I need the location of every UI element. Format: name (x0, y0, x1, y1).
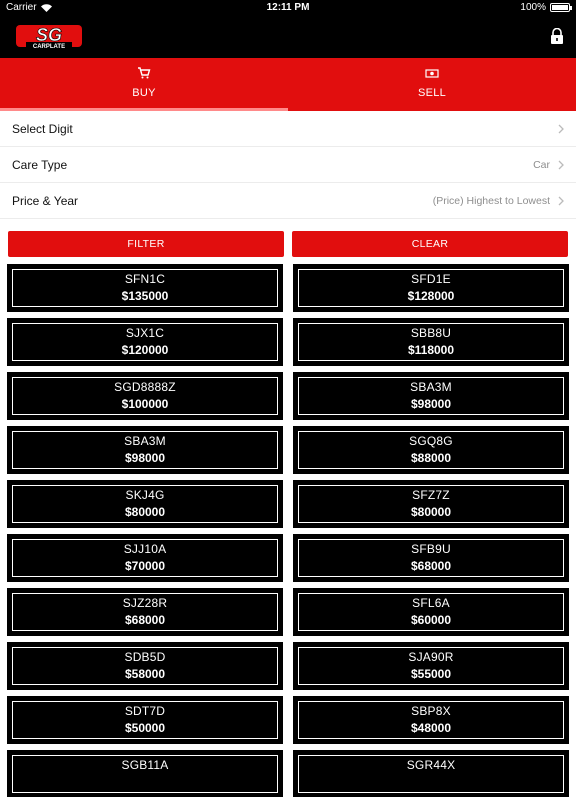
plate-price: $80000 (124, 505, 166, 519)
plate-card[interactable]: SJA90R $55000 (293, 642, 569, 690)
chevron-right-icon (558, 160, 564, 170)
plate-card[interactable]: SJX1C $120000 (7, 318, 283, 366)
plate-number: SBA3M (410, 380, 452, 394)
plate-card[interactable]: SJJ10A $70000 (7, 534, 283, 582)
plate-number: SDT7D (124, 704, 166, 718)
plate-card[interactable]: SBP8X $48000 (293, 696, 569, 744)
plate-card[interactable]: SBB8U $118000 (293, 318, 569, 366)
plate-number: SFB9U (411, 542, 451, 556)
plate-number: SFZ7Z (412, 488, 450, 502)
filter-button[interactable]: FILTER (8, 231, 284, 257)
plate-number: SFD1E (411, 272, 451, 286)
plate-price: $98000 (124, 451, 166, 465)
plate-number: SBA3M (124, 434, 166, 448)
plate-card[interactable]: SDT7D $50000 (7, 696, 283, 744)
plate-price: $48000 (410, 721, 452, 735)
filter-row-care-type[interactable]: Care Type Car (0, 147, 576, 183)
plate-card[interactable]: SJZ28R $68000 (7, 588, 283, 636)
plate-price: $88000 (410, 451, 452, 465)
plate-price: $60000 (410, 613, 452, 627)
plate-card[interactable]: SGD8888Z $100000 (7, 372, 283, 420)
plate-price: $68000 (410, 559, 452, 573)
tab-sell-label: SELL (417, 87, 447, 99)
tab-bar: BUY SELL (0, 58, 576, 111)
app-logo[interactable]: SG CARPLATE (16, 22, 82, 50)
plate-number: SGQ8G (409, 434, 453, 448)
battery-info: 100% (520, 2, 572, 13)
plate-card[interactable]: SFL6A $60000 (293, 588, 569, 636)
status-bar: Carrier 12:11 PM 100% (0, 0, 576, 16)
filter-label: Select Digit (12, 121, 73, 136)
battery-percent: 100% (520, 2, 546, 13)
plate-number: SGR44X (406, 758, 456, 772)
plate-price: $118000 (407, 343, 455, 357)
plate-card[interactable]: SFZ7Z $80000 (293, 480, 569, 528)
filter-row-select-digit[interactable]: Select Digit (0, 111, 576, 147)
plate-number: SGB11A (121, 758, 169, 772)
plate-number: SFL6A (412, 596, 450, 610)
plate-number: SFN1C (124, 272, 166, 286)
plate-price: $98000 (410, 397, 452, 411)
filter-list: Select Digit Care Type Car Price & Year … (0, 111, 576, 219)
plate-number: SJJ10A (123, 542, 167, 556)
chevron-right-icon (558, 124, 564, 134)
plate-grid: SFN1C $135000 SFD1E $128000 SJX1C $120000 SBB8… (7, 264, 569, 797)
filter-row-price-year[interactable]: Price & Year (Price) Highest to Lowest (0, 183, 576, 219)
filter-label: Care Type (12, 157, 68, 172)
filter-value: Car (533, 158, 550, 171)
plate-number: SJZ28R (122, 596, 168, 610)
filter-label: Price & Year (12, 193, 79, 208)
plate-card[interactable]: SGB11A (7, 750, 283, 797)
plate-number: SJA90R (408, 650, 454, 664)
plate-price: $50000 (124, 721, 166, 735)
filter-actions: FILTER CLEAR (8, 231, 568, 257)
plate-number: SDB5D (124, 650, 166, 664)
logo-subtext: CARPLATE (33, 44, 65, 50)
tab-buy-label: BUY (132, 87, 156, 99)
plate-price: $120000 (121, 343, 169, 357)
plate-card[interactable]: SFB9U $68000 (293, 534, 569, 582)
plate-number: SBB8U (410, 326, 452, 340)
plate-number: SKJ4G (125, 488, 165, 502)
plate-price: $70000 (124, 559, 166, 573)
plate-card[interactable]: SGR44X (293, 750, 569, 797)
filter-value: (Price) Highest to Lowest (432, 194, 550, 207)
plate-card[interactable]: SDB5D $58000 (7, 642, 283, 690)
plate-price: $80000 (410, 505, 452, 519)
plate-card[interactable]: SGQ8G $88000 (293, 426, 569, 474)
tab-buy[interactable]: BUY (0, 58, 288, 111)
chevron-right-icon (558, 196, 564, 206)
top-nav-bar: SG CARPLATE (0, 16, 576, 58)
plate-price: $128000 (407, 289, 455, 303)
plate-price: $68000 (124, 613, 166, 627)
plate-price: $55000 (410, 667, 452, 681)
lock-icon[interactable] (550, 28, 564, 44)
plate-price: $58000 (124, 667, 166, 681)
plate-card[interactable]: SFD1E $128000 (293, 264, 569, 312)
cash-icon (425, 69, 439, 78)
plate-card[interactable]: SFN1C $135000 (7, 264, 283, 312)
plate-price: $135000 (121, 289, 169, 303)
plate-number: SBP8X (411, 704, 451, 718)
plate-number: SGD8888Z (114, 380, 176, 394)
plate-card[interactable]: SBA3M $98000 (293, 372, 569, 420)
tab-sell[interactable]: SELL (288, 58, 576, 111)
plate-card[interactable]: SKJ4G $80000 (7, 480, 283, 528)
plate-number: SJX1C (125, 326, 165, 340)
cart-icon (138, 67, 151, 79)
plate-card[interactable]: SBA3M $98000 (7, 426, 283, 474)
clock: 12:11 PM (266, 2, 310, 13)
clear-button[interactable]: CLEAR (292, 231, 568, 257)
plate-price: $100000 (121, 397, 169, 411)
battery-icon (550, 3, 572, 12)
